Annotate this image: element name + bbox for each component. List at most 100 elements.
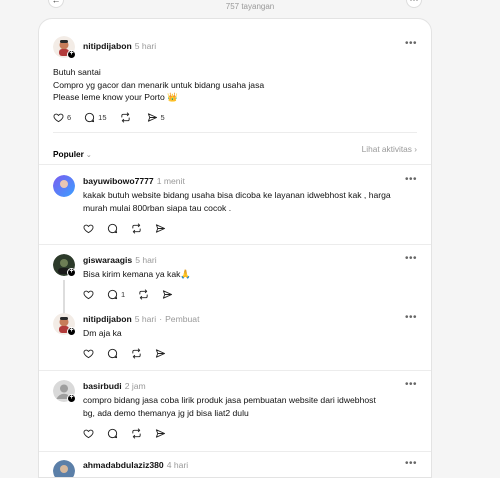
reply-time: 1 menit <box>156 176 185 186</box>
repost-button[interactable] <box>131 348 142 359</box>
sort-dropdown[interactable]: Populer ⌄ <box>53 149 92 159</box>
post-line: Compro yg gacor dan menarik untuk bidang… <box>53 79 265 90</box>
repost-icon <box>139 289 148 300</box>
reply-button[interactable] <box>107 223 118 234</box>
reply-author[interactable]: basirbudi 2 jam <box>83 381 146 391</box>
reply-text: Dm aja ka <box>83 327 122 340</box>
reply-username[interactable]: nitipdijabon <box>83 314 132 324</box>
view-count: 757 tayangan <box>225 2 275 11</box>
share-icon <box>147 113 157 122</box>
repost-icon <box>132 348 141 359</box>
view-activity-link[interactable]: Lihat aktivitas › <box>362 144 417 154</box>
share-button[interactable] <box>162 289 173 300</box>
reply-text: kakak butuh website bidang usaha bisa di… <box>83 189 391 214</box>
share-button[interactable]: 5 <box>147 112 165 123</box>
share-button[interactable] <box>155 428 166 439</box>
reply-time: 2 jam <box>124 381 146 391</box>
reply-more-icon[interactable]: ••• <box>405 458 417 469</box>
avatar[interactable] <box>53 175 75 197</box>
reply-button[interactable]: 15 <box>84 112 107 123</box>
reply-button[interactable] <box>107 348 118 359</box>
reply-username[interactable]: basirbudi <box>83 381 122 391</box>
author-tag: Pembuat <box>165 314 200 324</box>
like-button[interactable] <box>83 289 94 300</box>
heart-icon <box>83 429 94 439</box>
share-icon <box>155 429 166 438</box>
reply-line: bg, ada demo themanya jg jd bisa liat2 d… <box>83 407 249 418</box>
sort-label: Populer <box>53 149 84 159</box>
comment-icon <box>107 223 118 234</box>
reply-text: compro bidang jasa coba lirik produk jas… <box>83 394 376 419</box>
share-count: 5 <box>160 113 165 122</box>
repost-button[interactable] <box>131 223 142 234</box>
reply-line: Bisa kirim kemana ya kak🙏 <box>83 269 192 279</box>
share-icon <box>155 349 166 358</box>
repost-button[interactable] <box>131 428 142 439</box>
reply-button[interactable] <box>107 428 118 439</box>
heart-icon <box>83 224 94 234</box>
reply-author[interactable]: bayuwibowo7777 1 menit <box>83 176 185 186</box>
like-button[interactable] <box>83 428 94 439</box>
divider <box>53 132 417 133</box>
heart-icon <box>83 290 94 300</box>
reply-username[interactable]: bayuwibowo7777 <box>83 176 154 186</box>
post-line: Butuh santai <box>53 67 101 77</box>
reply-more-icon[interactable]: ••• <box>405 379 417 390</box>
follow-icon[interactable]: + <box>67 327 76 336</box>
reply-username[interactable]: giswaraagis <box>83 255 132 265</box>
divider <box>39 164 431 165</box>
reply-time: 5 hari <box>135 255 157 265</box>
post-author[interactable]: nitipdijabon 5 hari <box>83 41 156 51</box>
activity-label: Lihat aktivitas <box>361 144 412 154</box>
comment-icon <box>107 289 118 300</box>
reply-button[interactable]: 1 <box>107 289 125 300</box>
comment-icon <box>107 428 118 439</box>
post-line: Please leme know your Porto 👑 <box>53 92 178 102</box>
heart-icon <box>53 113 64 123</box>
share-button[interactable] <box>155 223 166 234</box>
reply-line: murah mulai 800rban siapa tau cocok . <box>83 202 232 213</box>
divider <box>39 244 431 245</box>
follow-icon[interactable]: + <box>67 50 76 59</box>
reply-text: Bisa kirim kemana ya kak🙏 <box>83 268 191 281</box>
comment-icon <box>107 348 118 359</box>
heart-icon <box>83 349 94 359</box>
share-icon <box>163 290 173 299</box>
top-bar: ← 757 tayangan ⋯ <box>0 0 500 16</box>
like-button[interactable] <box>83 348 94 359</box>
like-button[interactable] <box>83 223 94 234</box>
reply-actions <box>83 348 179 359</box>
share-button[interactable] <box>155 348 166 359</box>
reply-line: kakak butuh website bidang usaha bisa di… <box>83 190 391 200</box>
reply-author[interactable]: nitipdijabon 5 hari · Pembuat <box>83 314 199 324</box>
reply-time: 5 hari <box>134 314 157 324</box>
thread-card: + nitipdijabon 5 hari ••• Butuh santai Co… <box>38 18 432 478</box>
reply-line: compro bidang jasa coba lirik produk jas… <box>83 395 376 405</box>
reply-actions: 1 <box>83 289 186 300</box>
follow-icon[interactable]: + <box>67 268 76 277</box>
repost-icon <box>132 223 141 234</box>
post-actions: 6 15 5 <box>53 112 178 123</box>
share-icon <box>155 224 166 233</box>
reply-more-icon[interactable]: ••• <box>405 312 417 323</box>
like-button[interactable]: 6 <box>53 112 71 123</box>
reply-count: 15 <box>98 113 107 122</box>
reply-actions <box>83 223 179 234</box>
post-username[interactable]: nitipdijabon <box>83 41 132 51</box>
post-more-icon[interactable]: ••• <box>405 38 417 49</box>
follow-icon[interactable]: + <box>67 394 76 403</box>
avatar[interactable] <box>53 460 75 478</box>
reply-author[interactable]: giswaraagis 5 hari <box>83 255 157 265</box>
repost-button[interactable] <box>120 112 134 123</box>
reply-count: 1 <box>121 290 126 299</box>
post-time: 5 hari <box>134 41 157 51</box>
reply-more-icon[interactable]: ••• <box>405 174 417 185</box>
sort-row: Populer ⌄ Lihat aktivitas › <box>53 144 417 159</box>
repost-button[interactable] <box>138 289 149 300</box>
divider <box>39 370 431 371</box>
divider <box>39 451 431 452</box>
repost-icon <box>120 112 130 123</box>
reply-more-icon[interactable]: ••• <box>405 253 417 264</box>
post-text: Butuh santai Compro yg gacor dan menarik… <box>53 66 264 104</box>
meta-separator: · <box>159 314 163 324</box>
